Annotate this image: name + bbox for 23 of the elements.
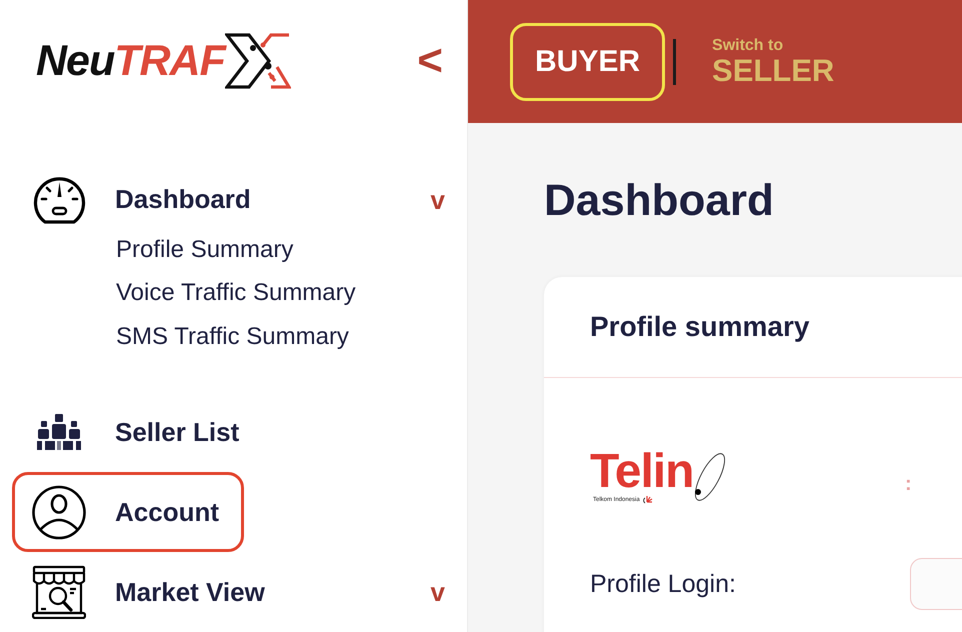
nav-subitem[interactable]: SMS Traffic Summary — [113, 314, 352, 358]
nav-item[interactable]: Market View — [12, 552, 290, 632]
page-title: Dashboard — [544, 175, 774, 227]
dropdown-chevron[interactable]: v — [430, 186, 445, 212]
nav-item[interactable]: Dashboard — [12, 172, 276, 228]
buyer-role-button[interactable]: BUYER — [510, 22, 666, 100]
field-label: Profile Login: — [590, 570, 736, 598]
dropdown-chevron[interactable]: v — [430, 579, 445, 605]
people-icon — [36, 414, 82, 450]
nav-item[interactable]: Account — [12, 472, 244, 552]
brand-wordmark: NeuTRAF — [36, 40, 225, 83]
user-icon — [32, 484, 86, 540]
company-wordmark: Telin — [590, 450, 694, 494]
store-search-icon — [32, 565, 86, 619]
nav-item[interactable]: Seller List — [12, 392, 264, 472]
collapse-sidebar-button[interactable]: < — [415, 39, 445, 84]
nav-subitem[interactable]: Voice Traffic Summary — [113, 271, 359, 314]
orbit-icon — [693, 450, 728, 504]
separator-colon: : — [905, 472, 912, 496]
sunburst-icon — [642, 495, 653, 504]
nav-subitem[interactable]: Profile Summary — [113, 228, 296, 271]
card-title: Profile summary — [590, 311, 810, 343]
speedometer-icon — [32, 174, 86, 224]
